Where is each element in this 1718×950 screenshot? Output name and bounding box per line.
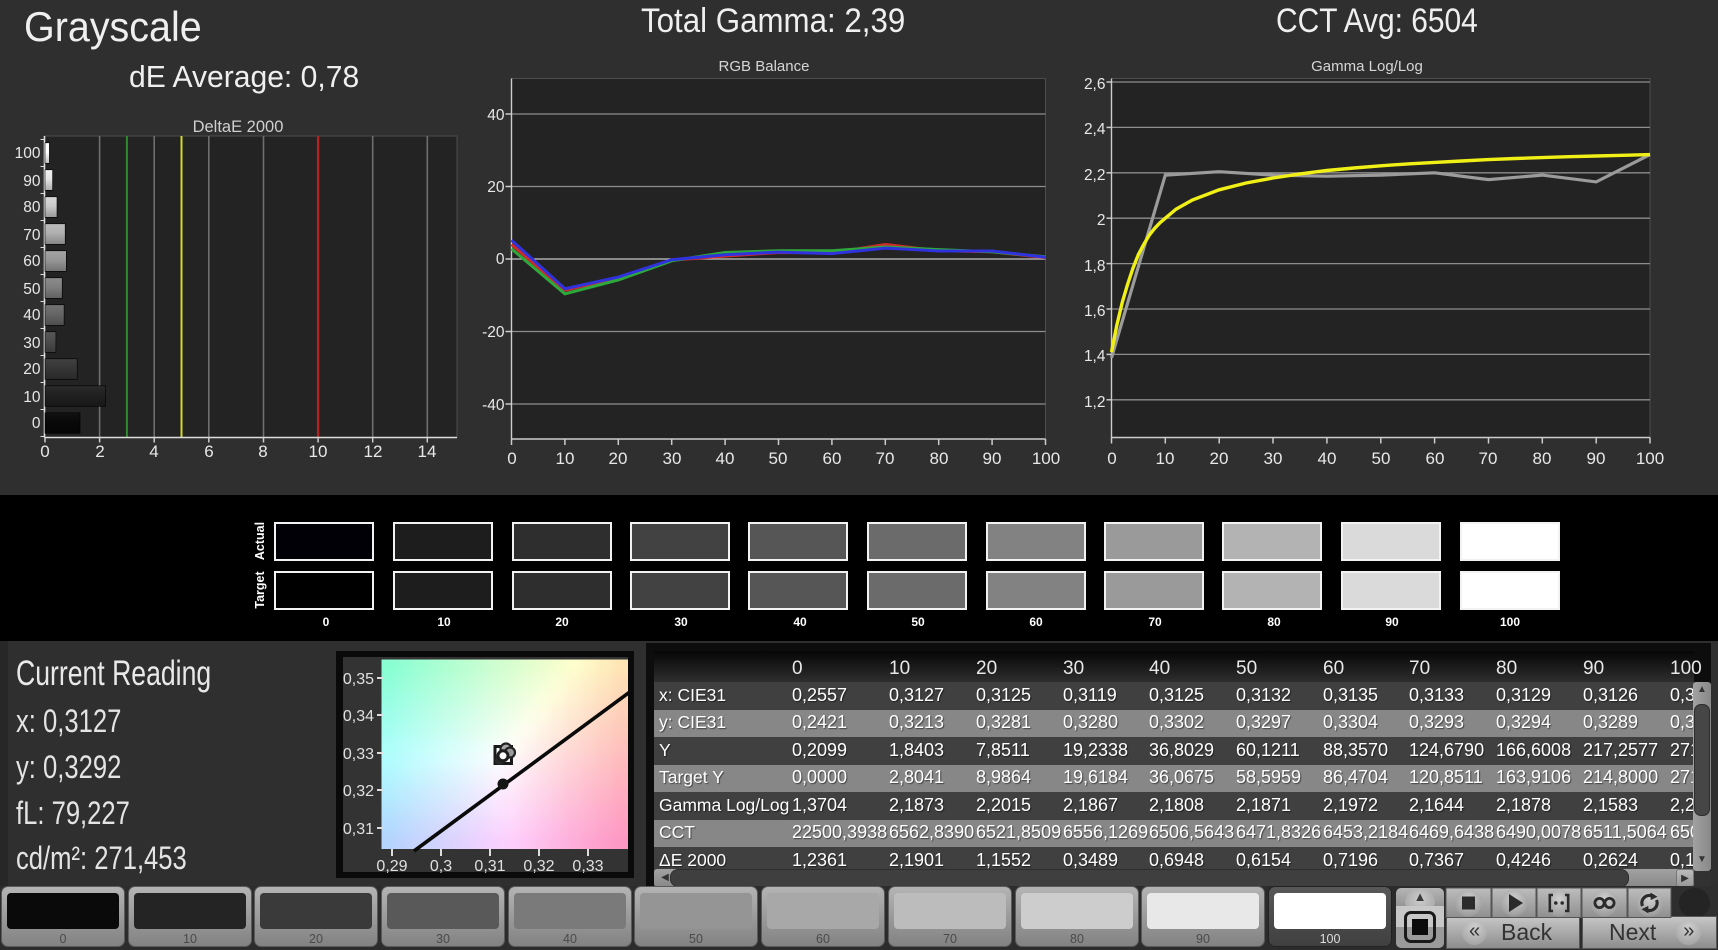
svg-text:0,3: 0,3	[430, 858, 452, 875]
svg-text:0,33: 0,33	[343, 746, 374, 763]
svg-text:0,31: 0,31	[343, 821, 374, 838]
svg-text:0,32: 0,32	[343, 783, 374, 800]
svg-text:0,35: 0,35	[343, 671, 374, 688]
svg-text:0,33: 0,33	[572, 858, 603, 875]
svg-text:0,32: 0,32	[523, 858, 554, 875]
svg-text:0,34: 0,34	[343, 708, 374, 725]
svg-text:0,29: 0,29	[376, 858, 407, 875]
svg-text:0,31: 0,31	[474, 858, 505, 875]
